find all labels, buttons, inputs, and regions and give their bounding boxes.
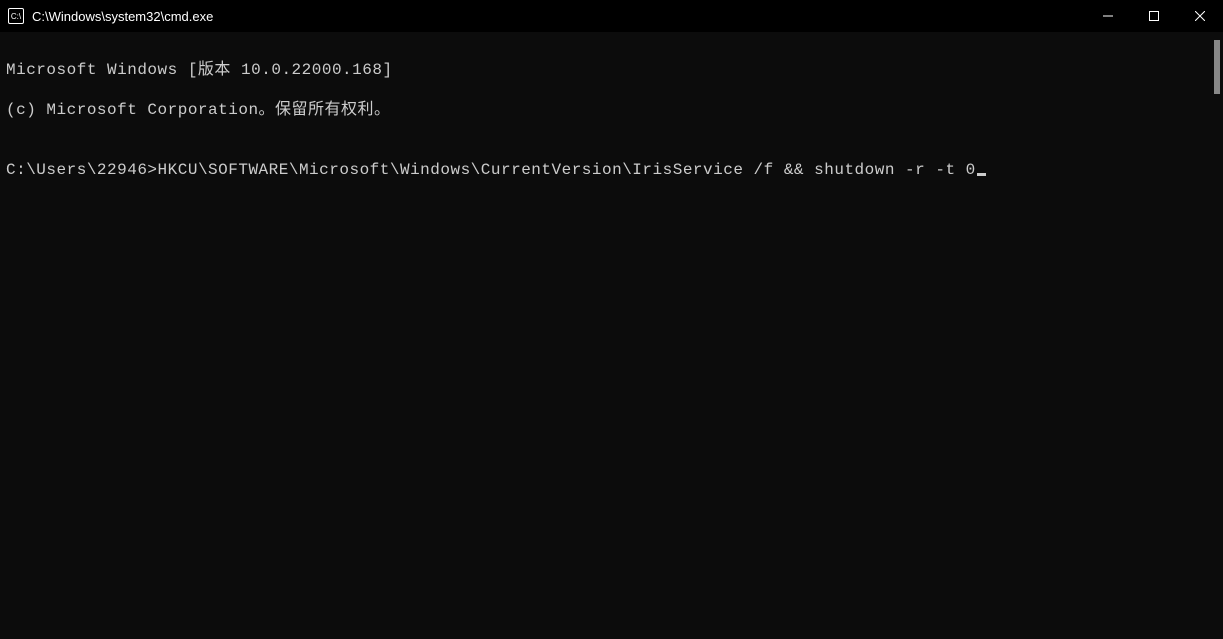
terminal-output-line: (c) Microsoft Corporation。保留所有权利。 [6,100,1217,120]
terminal-output-line: Microsoft Windows [版本 10.0.22000.168] [6,60,1217,80]
close-icon [1195,11,1205,21]
minimize-button[interactable] [1085,0,1131,32]
cmd-icon: C:\ [8,8,24,24]
cursor-icon [977,173,986,176]
maximize-icon [1149,11,1159,21]
titlebar[interactable]: C:\ C:\Windows\system32\cmd.exe [0,0,1223,32]
scrollbar-thumb[interactable] [1214,40,1220,94]
command-text: HKCU\SOFTWARE\Microsoft\Windows\CurrentV… [158,161,976,179]
window-title: C:\Windows\system32\cmd.exe [32,9,213,24]
minimize-icon [1103,11,1113,21]
maximize-button[interactable] [1131,0,1177,32]
terminal-command-line: C:\Users\22946>HKCU\SOFTWARE\Microsoft\W… [6,160,1217,180]
terminal-area[interactable]: Microsoft Windows [版本 10.0.22000.168] (c… [0,32,1223,208]
close-button[interactable] [1177,0,1223,32]
prompt-text: C:\Users\22946> [6,161,158,179]
window-controls [1085,0,1223,32]
